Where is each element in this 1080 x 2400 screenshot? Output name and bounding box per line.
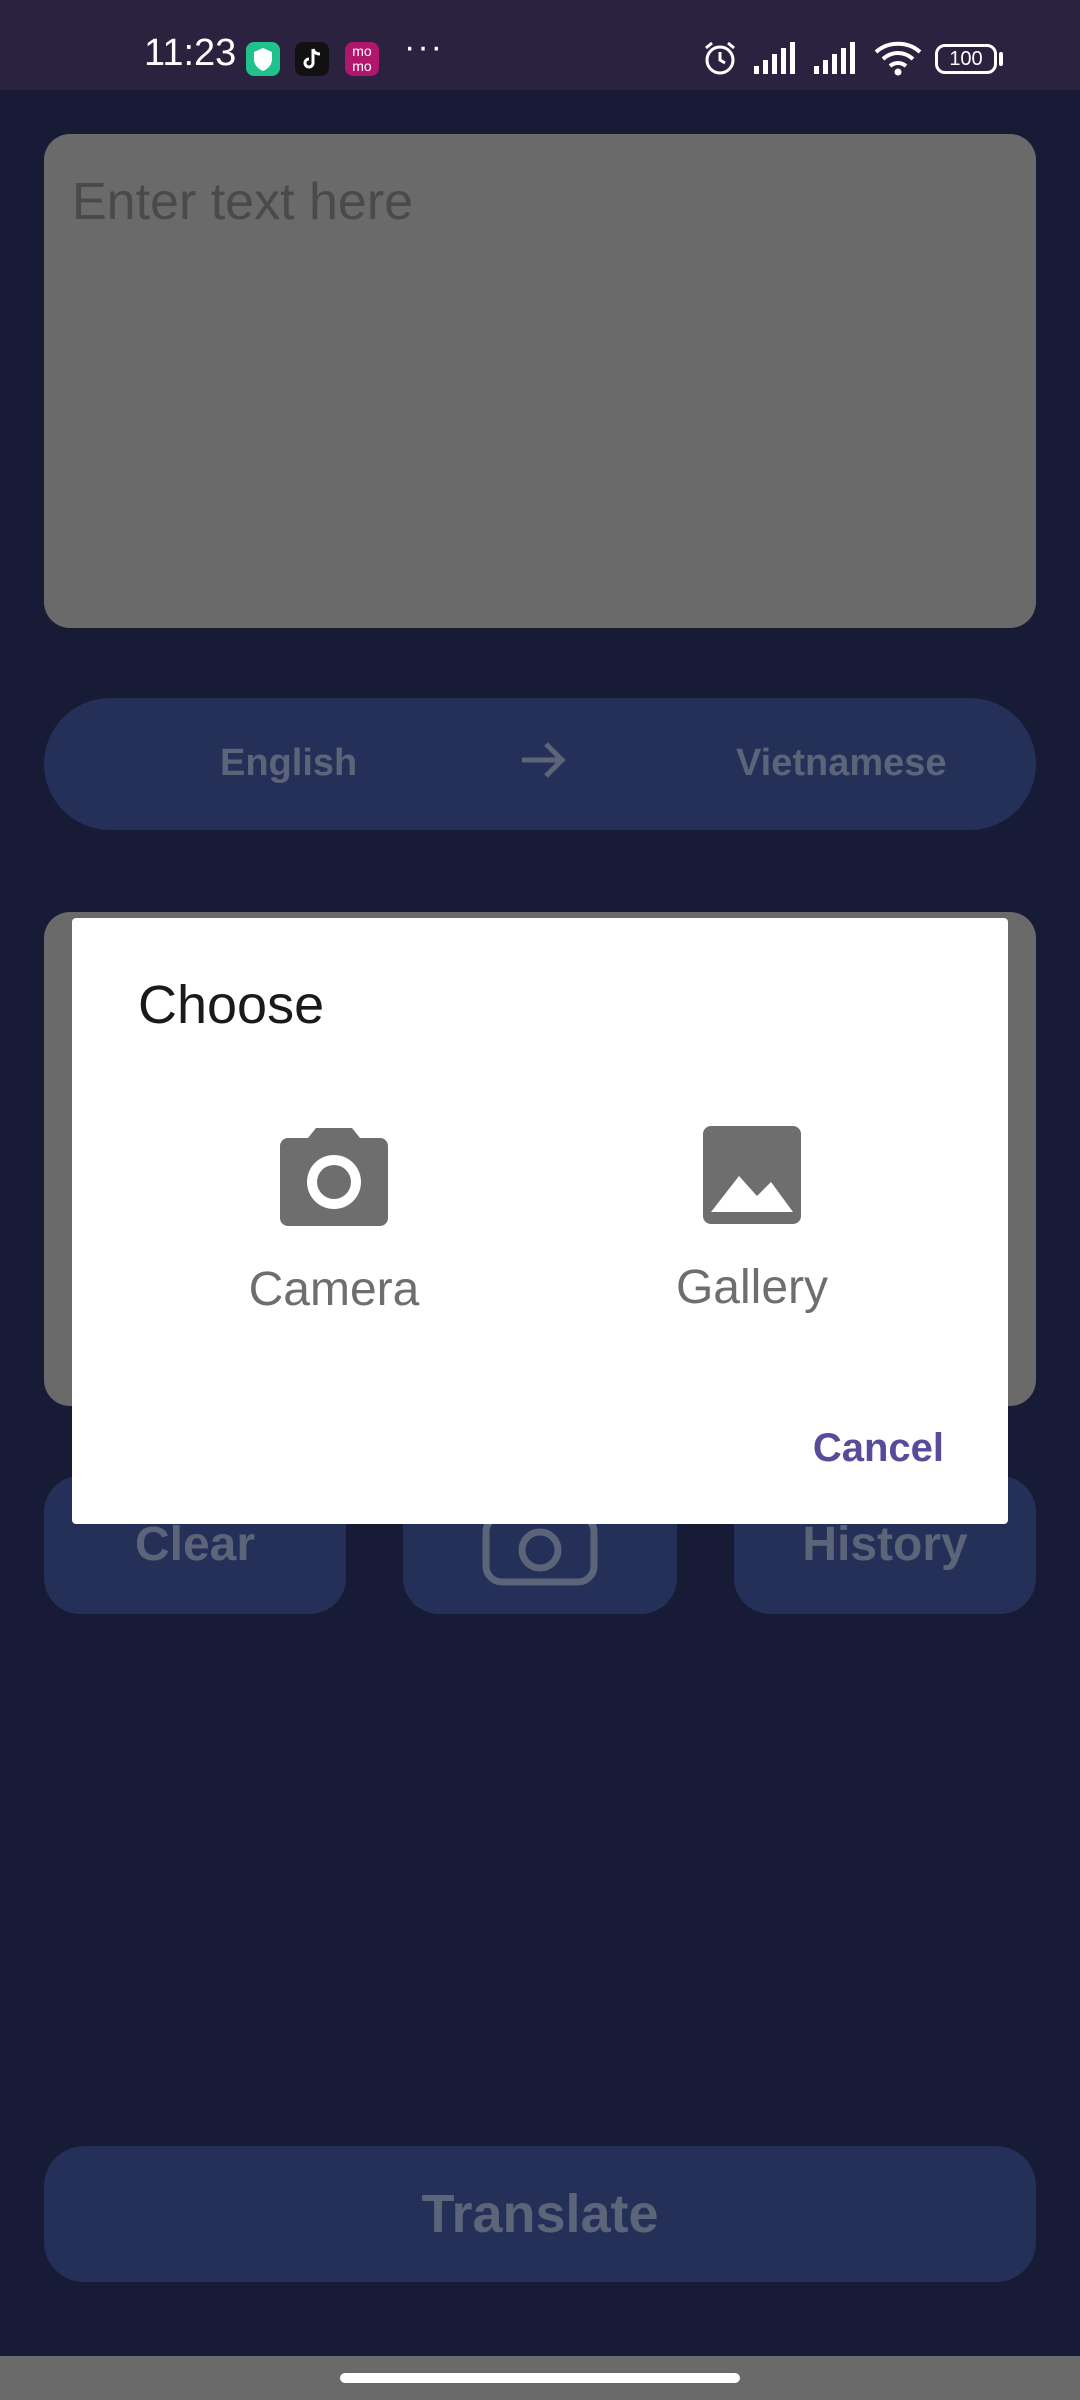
more-notifications-icon: ···	[404, 28, 444, 66]
momo-icon: mo mo	[345, 42, 379, 76]
source-language-button[interactable]: English	[220, 742, 357, 785]
image-icon	[703, 1126, 801, 1224]
status-bar: 11:23 mo mo ··· 100	[0, 0, 1080, 90]
signal-icon-2	[812, 38, 860, 83]
choose-source-dialog: Choose Camera Gallery Cancel	[72, 918, 1008, 1524]
tiktok-icon	[295, 42, 329, 76]
wifi-icon	[872, 38, 924, 83]
cancel-button[interactable]: Cancel	[813, 1426, 944, 1471]
camera-icon	[280, 1128, 388, 1226]
input-placeholder: Enter text here	[72, 173, 414, 231]
camera-option[interactable]: Camera	[204, 1124, 464, 1317]
shield-app-icon	[246, 42, 280, 76]
arrow-right-icon[interactable]	[518, 732, 570, 793]
language-selector: English Vietnamese	[44, 698, 1036, 830]
translate-button[interactable]: Translate	[44, 2146, 1036, 2282]
signal-icon	[752, 38, 800, 83]
alarm-icon	[700, 38, 740, 83]
battery-tip	[999, 52, 1003, 66]
status-time: 11:23	[144, 32, 237, 74]
battery-indicator: 100	[935, 44, 997, 74]
gallery-label: Gallery	[675, 1261, 829, 1314]
dialog-title: Choose	[138, 975, 325, 1035]
home-indicator[interactable]	[340, 2373, 740, 2383]
camera-label: Camera	[248, 1263, 420, 1316]
target-language-button[interactable]: Vietnamese	[736, 742, 947, 785]
gallery-option[interactable]: Gallery	[622, 1124, 882, 1315]
source-text-input[interactable]: Enter text here	[44, 134, 1036, 628]
